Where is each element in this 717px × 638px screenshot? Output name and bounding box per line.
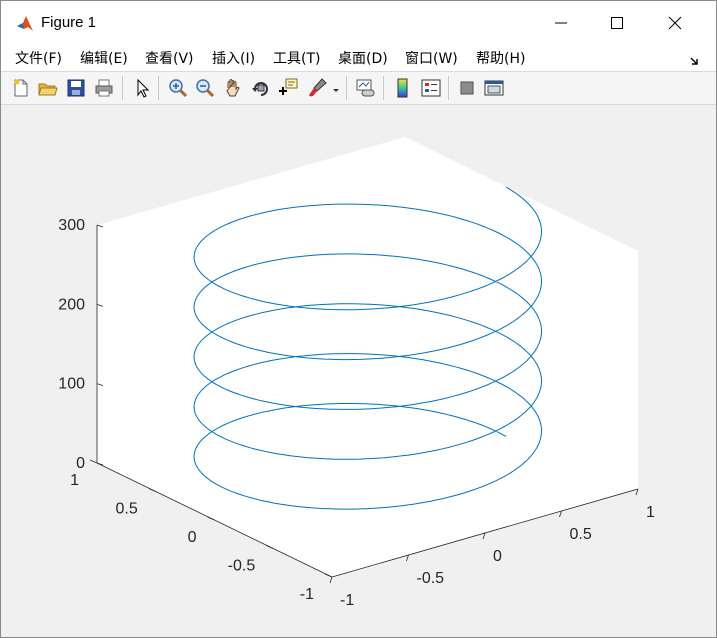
zoom-out-icon[interactable]	[194, 77, 216, 99]
z-tick-label: 200	[58, 296, 85, 313]
select-pointer-icon[interactable]	[131, 77, 153, 99]
z-tick-label: 0	[76, 455, 85, 472]
show-plot-tools-icon[interactable]	[483, 77, 505, 99]
y-tick-label: 1	[70, 472, 79, 489]
x-tick-label: -1	[340, 592, 354, 609]
z-tick-label: 300	[58, 217, 85, 234]
axes-background	[97, 137, 638, 577]
helix-3d-plot[interactable]: 0 100 200 300 -1 -0.5 0 0.5 1 -1 -0.5 0 0.5 1	[1, 105, 716, 637]
menu-bar: 文件(F) 编辑(E) 查看(V) 插入(I) 工具(T) 桌面(D) 窗口(W…	[1, 45, 716, 72]
data-cursor-icon[interactable]	[277, 77, 299, 99]
toolbar-separator	[346, 76, 347, 100]
x-tick-label: -0.5	[417, 570, 445, 587]
window-title: Figure 1	[41, 14, 97, 31]
menu-help[interactable]: 帮助(H)	[476, 48, 525, 68]
x-tick	[329, 576, 333, 584]
title-bar[interactable]: Figure 1	[1, 1, 716, 45]
pan-hand-icon[interactable]	[222, 77, 244, 99]
colorbar-icon[interactable]	[392, 77, 414, 99]
menu-tools[interactable]: 工具(T)	[273, 48, 320, 68]
minimize-button[interactable]	[538, 1, 584, 45]
open-file-icon[interactable]	[37, 77, 59, 99]
zoom-in-icon[interactable]	[167, 77, 189, 99]
toolbar-separator	[383, 76, 384, 100]
brush-dropdown-icon[interactable]	[332, 81, 340, 99]
toolbar-separator	[158, 76, 159, 100]
close-button[interactable]	[652, 1, 698, 45]
y-tick-label: 0	[188, 529, 197, 546]
link-plot-icon[interactable]	[355, 77, 377, 99]
menu-edit[interactable]: 编辑(E)	[80, 48, 128, 68]
y-tick	[89, 459, 98, 464]
menu-window[interactable]: 窗口(W)	[405, 48, 458, 68]
brush-icon[interactable]	[306, 77, 328, 99]
maximize-button[interactable]	[594, 1, 640, 45]
menu-file[interactable]: 文件(F)	[15, 48, 62, 68]
y-tick-label: -0.5	[228, 558, 256, 575]
save-icon[interactable]	[65, 77, 87, 99]
matlab-logo-icon	[15, 14, 35, 34]
x-tick-label: 0.5	[570, 526, 592, 543]
toolbar-separator	[448, 76, 449, 100]
new-figure-icon[interactable]	[10, 77, 32, 99]
legend-icon[interactable]	[420, 77, 442, 99]
menu-view[interactable]: 查看(V)	[145, 48, 194, 68]
undock-arrow-icon[interactable]	[690, 53, 700, 71]
hide-plot-tools-icon[interactable]	[456, 77, 478, 99]
z-tick-label: 100	[58, 376, 85, 393]
menu-insert[interactable]: 插入(I)	[212, 48, 255, 68]
print-icon[interactable]	[93, 77, 115, 99]
rotate-3d-icon[interactable]	[250, 77, 272, 99]
x-tick-label: 1	[646, 504, 655, 521]
figure-window: Figure 1 文件(F) 编辑(E) 查看(V) 插入(I) 工具(T) 桌…	[0, 0, 717, 638]
y-tick-label: -1	[300, 586, 314, 603]
toolbar-separator	[122, 76, 123, 100]
plot-area[interactable]: 0 100 200 300 -1 -0.5 0 0.5 1 -1 -0.5 0 0.5 1	[1, 105, 716, 637]
y-tick-label: 0.5	[116, 501, 138, 518]
figure-toolbar	[1, 72, 716, 105]
x-tick-label: 0	[493, 548, 502, 565]
menu-desktop[interactable]: 桌面(D)	[338, 48, 388, 68]
